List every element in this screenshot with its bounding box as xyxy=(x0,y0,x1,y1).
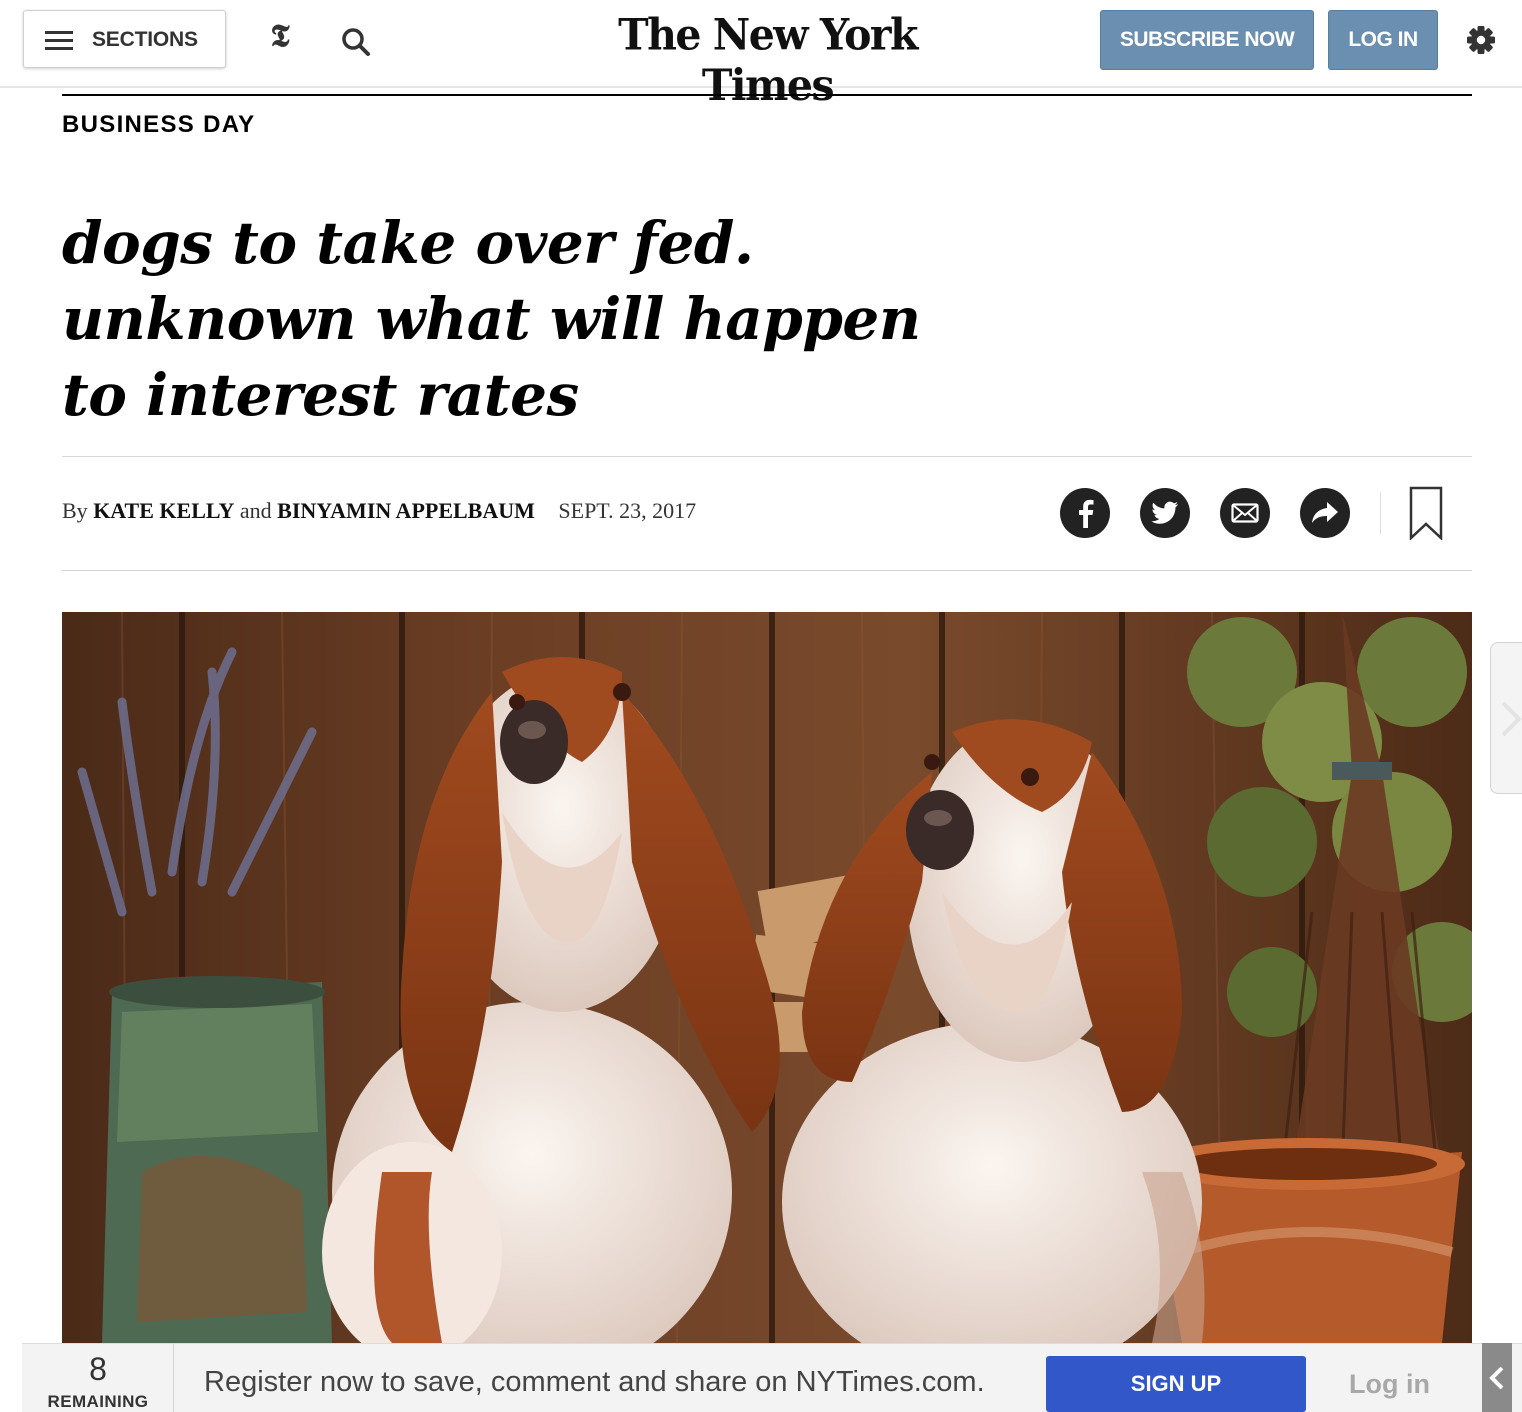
section-label[interactable]: BUSINESS DAY xyxy=(62,111,255,139)
share-arrow-icon xyxy=(1312,502,1338,523)
top-rule xyxy=(62,94,1472,96)
facebook-share-button[interactable] xyxy=(1060,488,1110,538)
publish-date: SEPT. 23, 2017 xyxy=(558,498,697,523)
chevron-left-icon xyxy=(1489,1366,1504,1389)
article-photo[interactable] xyxy=(62,612,1472,1343)
byline: By KATE KELLY and BINYAMIN APPELBAUM SEP… xyxy=(62,498,696,524)
article-meter: 8 REMAINING xyxy=(22,1343,174,1412)
remaining-label: REMAINING xyxy=(47,1392,149,1411)
article-headline: dogs to take over fed. unknown what will… xyxy=(62,209,921,429)
collapse-bar-button[interactable] xyxy=(1482,1343,1512,1412)
byline-and: and xyxy=(239,498,272,523)
email-icon xyxy=(1231,503,1259,523)
next-article-tab[interactable] xyxy=(1490,642,1522,794)
divider xyxy=(62,570,1472,571)
log-in-link[interactable]: Log in xyxy=(1349,1369,1430,1400)
more-share-button[interactable] xyxy=(1300,488,1350,538)
divider xyxy=(62,456,1472,457)
sections-label: SECTIONS xyxy=(92,28,198,51)
twitter-icon xyxy=(1151,501,1178,524)
search-icon[interactable] xyxy=(340,26,372,58)
t-logo-icon[interactable]: 𝕿 xyxy=(264,18,296,55)
byline-prefix: By xyxy=(62,498,88,523)
gear-icon[interactable] xyxy=(1466,25,1496,55)
log-in-button[interactable]: LOG IN xyxy=(1328,10,1438,70)
register-message: Register now to save, comment and share … xyxy=(204,1366,985,1398)
author-name[interactable]: KATE KELLY xyxy=(93,498,234,523)
hamburger-icon xyxy=(45,31,73,50)
facebook-icon xyxy=(1079,499,1094,528)
sign-up-button[interactable]: SIGN UP xyxy=(1046,1356,1306,1412)
divider xyxy=(1380,492,1381,534)
author-name[interactable]: BINYAMIN APPELBAUM xyxy=(277,498,535,523)
twitter-share-button[interactable] xyxy=(1140,488,1190,538)
chevron-right-icon xyxy=(1501,701,1522,737)
subscribe-now-button[interactable]: SUBSCRIBE NOW xyxy=(1100,10,1314,70)
top-navigation-bar: SECTIONS 𝕿 The New York Times SUBSCRIBE … xyxy=(0,0,1522,110)
bookmark-icon[interactable] xyxy=(1408,486,1444,540)
email-share-button[interactable] xyxy=(1220,488,1270,538)
remaining-count: 8 xyxy=(89,1351,107,1387)
sections-button[interactable]: SECTIONS xyxy=(23,10,226,68)
